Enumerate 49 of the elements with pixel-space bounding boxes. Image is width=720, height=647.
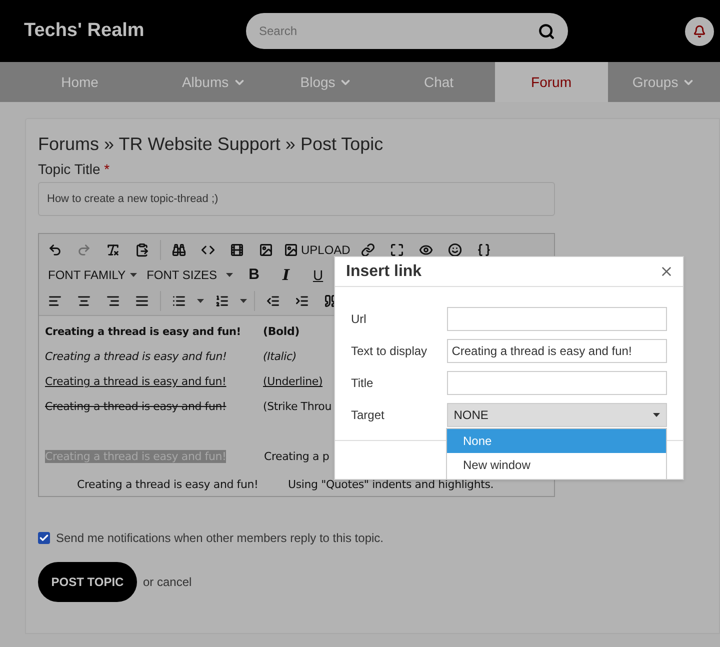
quote-text: Creating a thread is easy and fun! [77, 477, 260, 494]
dialog-input-field[interactable] [446, 307, 667, 331]
bell-icon [693, 24, 706, 38]
post-topic-button[interactable]: POST TOPIC [38, 562, 137, 602]
font-size-dropdown[interactable]: FONT SIZES [146, 266, 234, 284]
font-family-dropdown[interactable]: FONT FAMILY [48, 266, 137, 284]
field-label: Target [351, 407, 386, 424]
field-label: Url [351, 311, 368, 328]
field-label: Title [351, 375, 374, 392]
menu-option[interactable]: New window [447, 453, 666, 477]
dialog-input-field[interactable] [446, 371, 667, 395]
caret-icon [226, 273, 234, 277]
required-mark: * [104, 161, 110, 177]
upload-button[interactable]: UPLOAD [284, 241, 350, 259]
search-input[interactable]: Search [259, 22, 538, 40]
notify-checkbox[interactable] [38, 532, 50, 544]
dialog-title: Insert link [346, 262, 422, 282]
page-breadcrumb: Forums » TR Website Support » Post Topic [38, 133, 384, 156]
editor-text: Creating a p [264, 449, 330, 466]
close-button[interactable] [659, 264, 674, 279]
editor-text: (Italic) [263, 349, 296, 366]
notify-label: Send me notifications when other members reply to this topic. [56, 530, 384, 547]
topic-title-field[interactable]: How to create a new topic-thread ;) [38, 182, 555, 216]
underline-button[interactable]: U [307, 264, 330, 286]
editor-text: Creating a thread is easy and fun! [45, 350, 227, 364]
site-logo[interactable]: Techs' Realm [24, 16, 246, 46]
target-select[interactable]: NONE [446, 403, 667, 427]
notification-button[interactable] [685, 16, 714, 46]
italic-button[interactable]: I [275, 264, 298, 286]
nav-tab[interactable]: Forum [495, 62, 608, 102]
editor-text: (Strike Throu [263, 399, 332, 416]
field-label: Topic Title [38, 161, 100, 177]
editor-text: (Underline) [263, 374, 323, 390]
search-icon [538, 22, 555, 40]
cancel-link[interactable]: or cancel [143, 573, 192, 591]
editor-text: Creating a thread is easy and fun! [45, 375, 226, 388]
search-field[interactable]: Search [246, 13, 568, 49]
caret-icon [130, 273, 137, 277]
caret-icon [240, 299, 247, 303]
image-icon [284, 243, 298, 257]
field-label: Text to display [351, 343, 428, 360]
bold-button[interactable]: B [243, 264, 266, 286]
editor-text: Creating a thread is easy and fun! [45, 326, 241, 338]
caret-icon [653, 413, 660, 417]
dialog-input-field[interactable]: Creating a thread is easy and fun! [446, 339, 667, 363]
quote-text: Using "Quotes" indents and highlights. [288, 477, 494, 494]
editor-text: (Bold) [263, 324, 300, 340]
caret-icon [197, 299, 204, 303]
editor-text: Creating a thread is easy and fun! [45, 400, 226, 414]
